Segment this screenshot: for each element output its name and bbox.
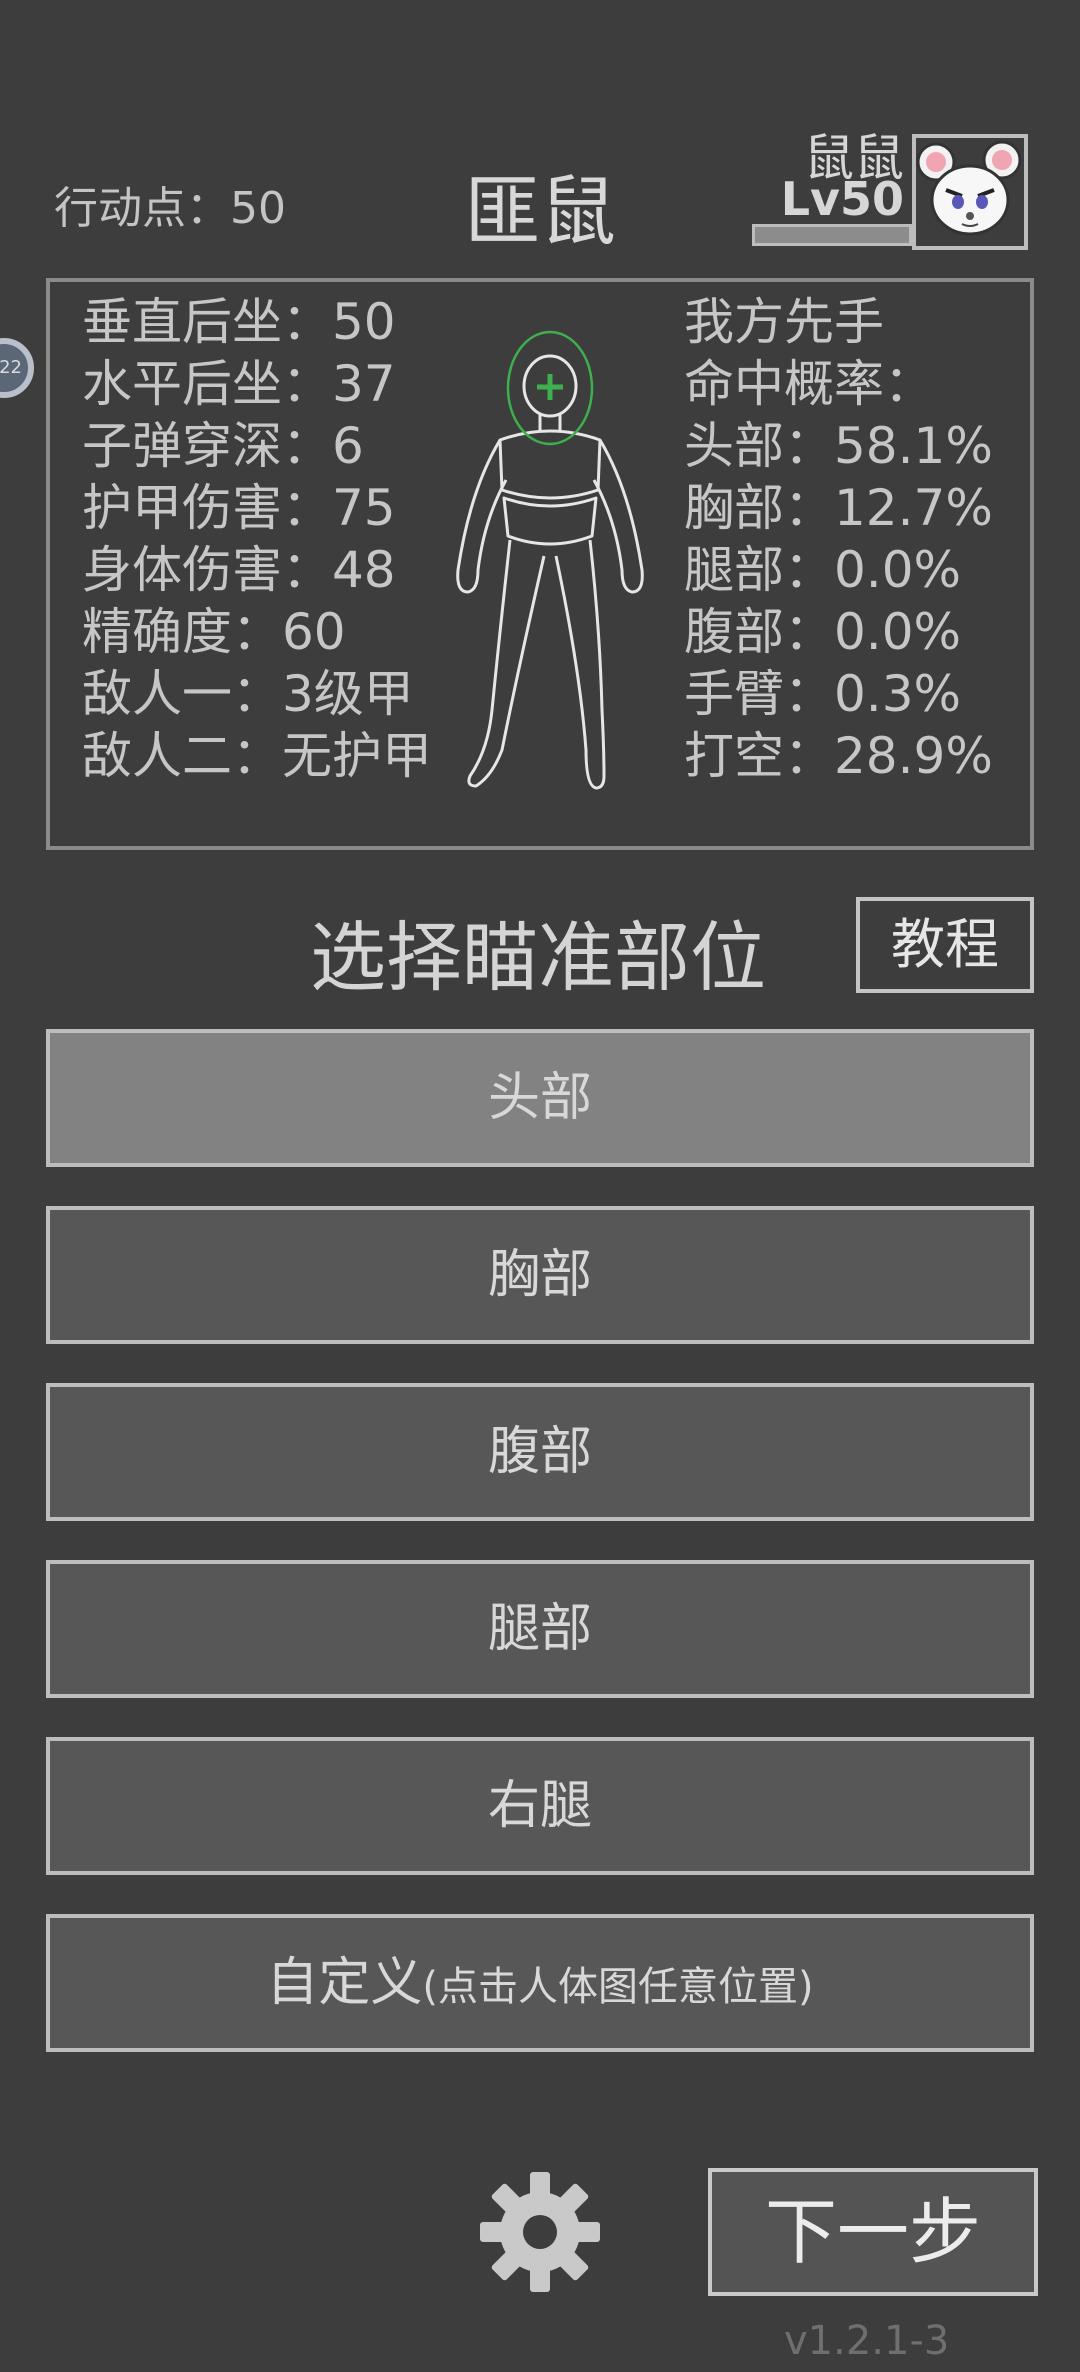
aim-section-title: 选择瞄准部位 <box>310 913 766 1002</box>
target-legs-button[interactable]: 腿部 <box>46 1560 1034 1698</box>
gear-icon[interactable] <box>476 2168 604 2296</box>
mouse-avatar-icon <box>916 140 1022 236</box>
target-abdomen-button[interactable]: 腹部 <box>46 1383 1034 1521</box>
stat-enemy-two: 敌人二：无护甲 <box>82 727 432 785</box>
target-right-leg-button[interactable]: 右腿 <box>46 1737 1034 1875</box>
version-label: v1.2.1-3 <box>784 2318 950 2364</box>
experience-bar-fill <box>755 227 909 243</box>
player-avatar[interactable] <box>912 134 1028 250</box>
next-step-button[interactable]: 下一步 <box>708 2168 1038 2296</box>
floating-side-button[interactable]: 22 <box>0 338 34 398</box>
player-level: Lv50 <box>780 172 904 226</box>
custom-hint: (点击人体图任意位置) <box>422 1964 814 2010</box>
custom-label: 自定义 <box>266 1953 423 2013</box>
target-custom-button[interactable]: 自定义(点击人体图任意位置) <box>46 1914 1034 2052</box>
tutorial-button[interactable]: 教程 <box>856 897 1034 993</box>
stat-hit-miss: 打空：28.9% <box>684 727 993 785</box>
target-head-button[interactable]: 头部 <box>46 1029 1034 1167</box>
experience-bar <box>752 224 912 246</box>
target-chest-button[interactable]: 胸部 <box>46 1206 1034 1344</box>
body-diagram[interactable] <box>440 330 660 800</box>
crosshair-icon <box>506 330 594 446</box>
